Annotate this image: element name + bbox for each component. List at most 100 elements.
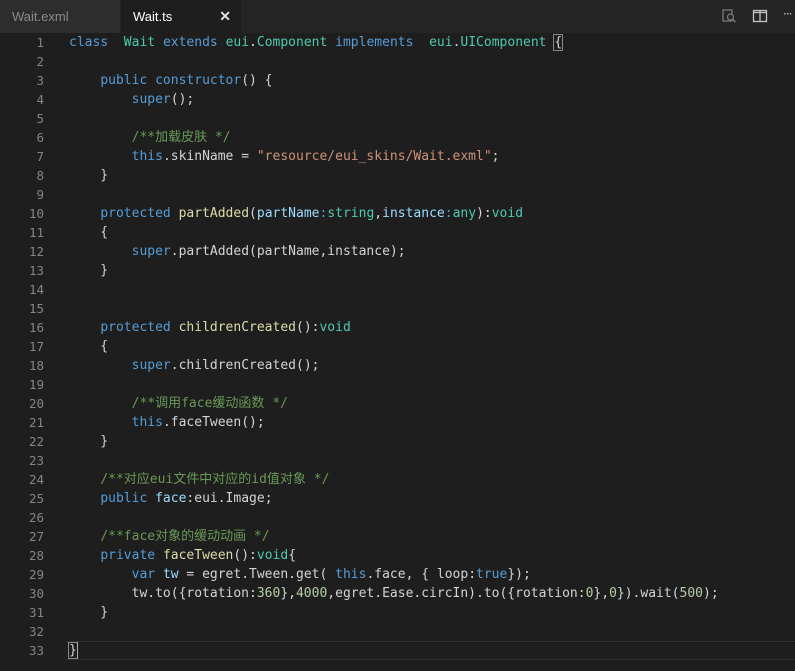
code-text: protected childrenCreated():void [69, 318, 351, 337]
code-token: 4000 [295, 586, 328, 601]
code-token: }).wait( [616, 586, 680, 601]
line-number: 20 [28, 396, 44, 411]
code-line[interactable]: 32 [0, 622, 795, 641]
code-token: tw [162, 567, 179, 582]
code-token: ): [476, 206, 492, 221]
current-line-highlight [66, 641, 795, 660]
code-line[interactable]: 17 { [0, 337, 795, 356]
line-number: 29 [28, 567, 44, 582]
code-token: } [69, 434, 109, 449]
text-cursor [77, 642, 78, 659]
code-line[interactable]: 33} [0, 641, 795, 660]
code-line[interactable]: 18 super.childrenCreated(); [0, 356, 795, 375]
split-editor-icon[interactable] [752, 8, 768, 24]
code-token: protected [100, 320, 171, 335]
code-line[interactable]: 8 } [0, 166, 795, 185]
code-line[interactable]: 1 class Wait extends eui.Component implem… [0, 33, 795, 52]
line-number: 23 [28, 453, 44, 468]
code-token: super [131, 358, 171, 373]
tab-label: Wait.ts [133, 9, 173, 24]
code-line[interactable]: 10 protected partAdded(partName: string,i… [0, 204, 795, 223]
line-number: 7 [36, 149, 44, 164]
code-line[interactable]: 12 super.partAdded(partName,instance); [0, 242, 795, 261]
code-token: 360 [256, 586, 281, 601]
code-line[interactable]: 22 } [0, 432, 795, 451]
code-token: void [319, 320, 351, 335]
code-line[interactable]: 5 [0, 109, 795, 128]
tab-wait-exml[interactable]: Wait.exml [0, 0, 121, 33]
line-number: 18 [28, 358, 44, 373]
code-token: .partAdded(partName,instance); [170, 244, 406, 259]
code-line[interactable]: 14 [0, 280, 795, 299]
code-token: /**调用face缓动函数 */ [131, 396, 288, 411]
code-line[interactable]: 27 /**face对象的缓动动画 */ [0, 527, 795, 546]
code-line[interactable]: 7 this.skinName = "resource/eui_skins/Wa… [0, 147, 795, 166]
code-token: this [335, 567, 367, 582]
code-line[interactable]: 25 public face:eui.Image; [0, 489, 795, 508]
code-line[interactable]: 31 } [0, 603, 795, 622]
line-number: 10 [28, 206, 44, 221]
code-token: 500 [679, 586, 703, 601]
search-icon[interactable] [721, 8, 737, 24]
line-number: 32 [28, 624, 44, 639]
line-number: 22 [28, 434, 44, 449]
code-line[interactable]: 23 [0, 451, 795, 470]
code-token: class [69, 35, 109, 50]
tab-wait-ts[interactable]: Wait.ts ✕ [121, 0, 241, 33]
code-token: } [69, 168, 109, 183]
code-line[interactable]: 3 public constructor() { [0, 71, 795, 90]
code-token: partName [256, 206, 320, 221]
code-line[interactable]: 30 tw.to({rotation:360},4000,egret.Ease.… [0, 584, 795, 603]
code-text: var tw = egret.Tween.get( this.face, { l… [69, 565, 531, 584]
code-line[interactable]: 13 } [0, 261, 795, 280]
code-line[interactable]: 9 [0, 185, 795, 204]
code-token: ; [491, 149, 500, 164]
code-token: ); [703, 586, 719, 601]
code-line[interactable]: 20 /**调用face缓动函数 */ [0, 394, 795, 413]
code-token: } [69, 263, 109, 278]
code-line[interactable]: 29 var tw = egret.Tween.get( this.face, … [0, 565, 795, 584]
code-token: (): [233, 548, 257, 563]
code-token: UIComponent [460, 35, 547, 50]
code-line[interactable]: 19 [0, 375, 795, 394]
code-token: extends [162, 35, 218, 50]
code-line[interactable]: 21 this.faceTween(); [0, 413, 795, 432]
line-number: 8 [36, 168, 44, 183]
code-line[interactable]: 24 /**对应eui文件中对应的id值对象 */ [0, 470, 795, 489]
code-line[interactable]: 28 private faceTween():void{ [0, 546, 795, 565]
code-line[interactable]: 11 { [0, 223, 795, 242]
code-token: protected [100, 206, 171, 221]
line-number: 5 [36, 111, 44, 126]
code-token: (); [170, 92, 195, 107]
code-line[interactable]: 4 super(); [0, 90, 795, 109]
code-line[interactable]: 15 [0, 299, 795, 318]
code-line[interactable]: 16 protected childrenCreated():void [0, 318, 795, 337]
close-icon[interactable]: ✕ [219, 0, 231, 33]
code-text: tw.to({rotation:360},4000,egret.Ease.cir… [69, 584, 719, 603]
code-line[interactable]: 6 /**加载皮肤 */ [0, 128, 795, 147]
code-text: } [69, 261, 108, 280]
code-token: . [249, 35, 257, 50]
more-icon[interactable]: ··· [783, 7, 793, 21]
code-editor[interactable]: 1 class Wait extends eui.Component implem… [0, 33, 795, 671]
code-line[interactable]: 26 [0, 508, 795, 527]
line-number: 11 [28, 225, 44, 240]
code-token: .faceTween(); [162, 415, 265, 430]
line-number: 14 [28, 282, 44, 297]
line-number: 17 [28, 339, 44, 354]
code-text: public face:eui.Image; [69, 489, 272, 508]
code-token: .childrenCreated(); [170, 358, 320, 373]
code-line[interactable]: 2 [0, 52, 795, 71]
